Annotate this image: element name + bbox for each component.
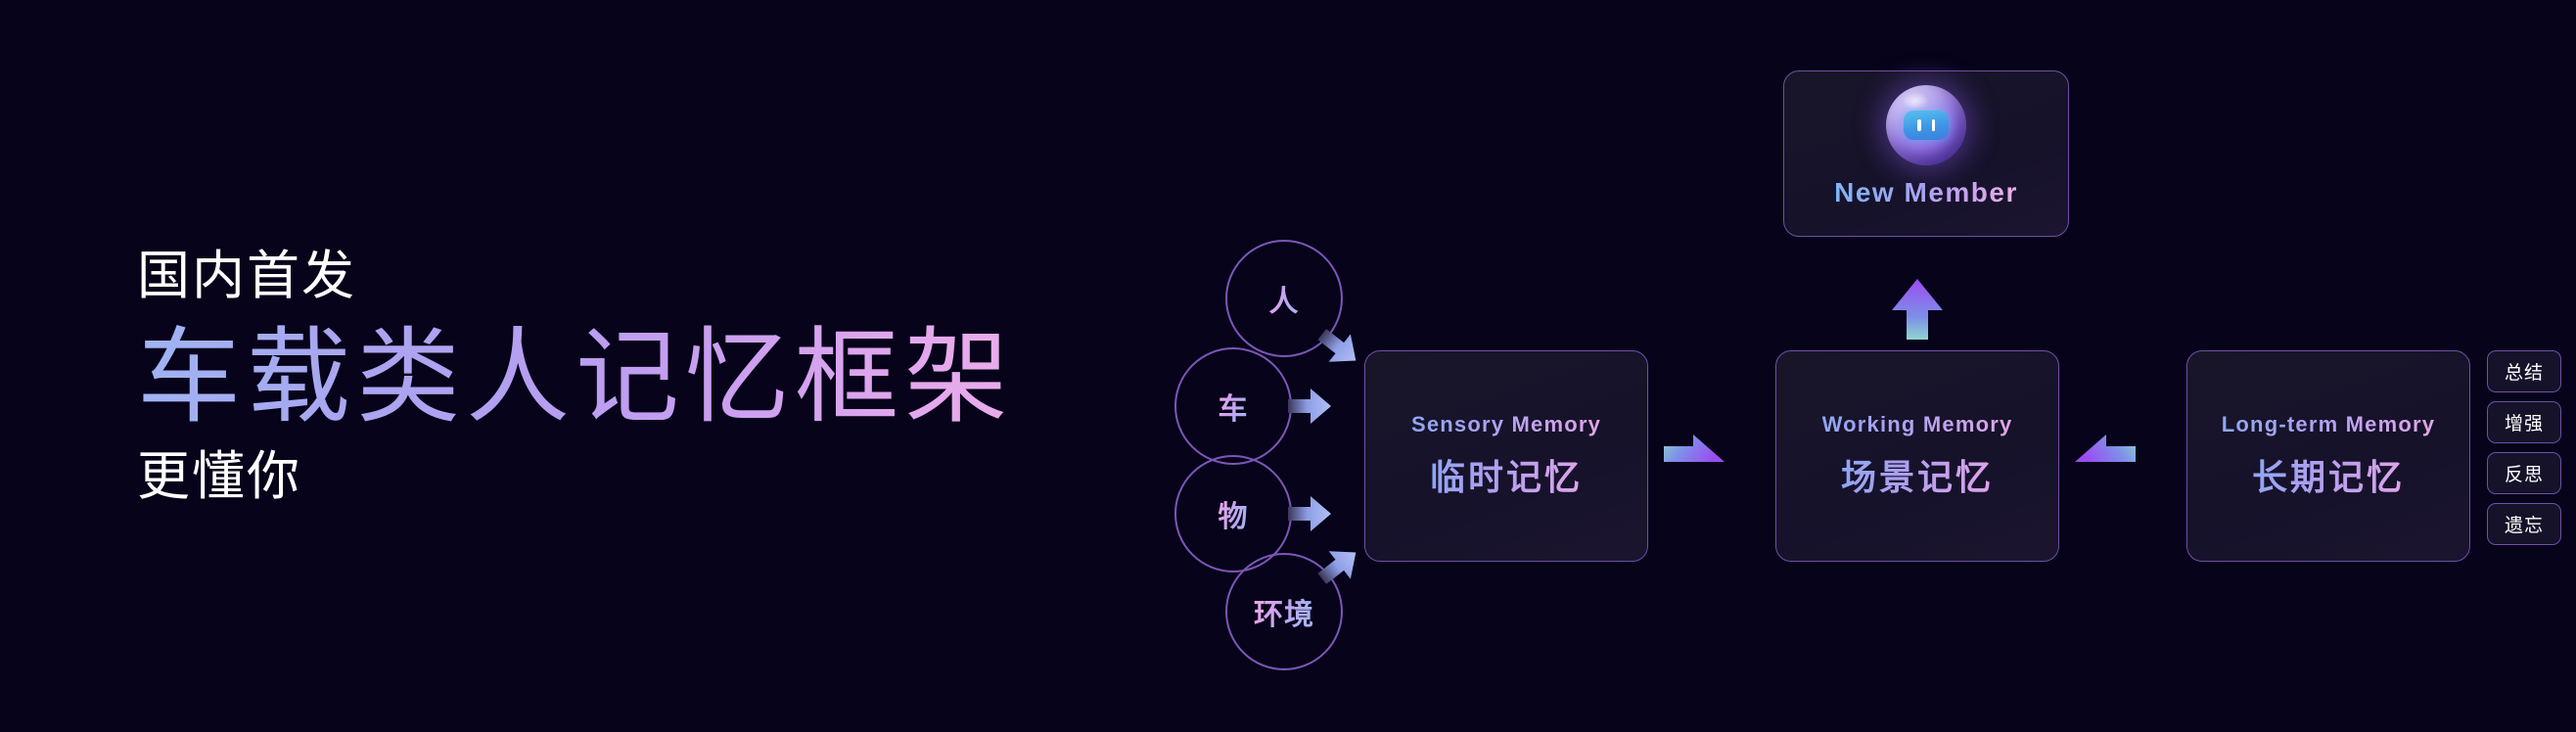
operation-pill-forget[interactable]: 遗忘	[2487, 503, 2561, 545]
memory-card-title-cn: 场景记忆	[1841, 449, 1994, 500]
avatar-face	[1904, 111, 1949, 140]
hero-subtitle: 更懂你	[137, 446, 301, 506]
operation-pill-label: 遗忘	[2504, 516, 2544, 536]
hero-text-block: 国内首发 车载类人记忆框架 更懂你	[137, 250, 1096, 503]
operation-pill-enhance[interactable]: 增强	[2487, 401, 2561, 443]
memory-card-title-en: Long-term Memory	[2221, 412, 2436, 436]
connector-longterm-to-working-icon	[2075, 431, 2136, 472]
memory-card-title-en: Sensory Memory	[1410, 412, 1602, 436]
memory-framework-diagram: 人 车 物 环境 Sensory Memory 临时记忆 Working Mem…	[1126, 0, 2576, 732]
operation-pill-label: 总结	[2504, 363, 2544, 384]
input-node-label: 物	[1219, 492, 1249, 535]
connector-sensory-to-working-icon	[1664, 431, 1725, 472]
memory-operations-list: 总结 增强 反思 遗忘	[2487, 350, 2561, 545]
arrow-right-icon	[1288, 494, 1331, 533]
robot-orb-avatar-icon	[1886, 85, 1966, 165]
operation-pill-label: 反思	[2504, 465, 2544, 485]
operation-pill-reflect[interactable]: 反思	[2487, 452, 2561, 494]
input-node-label: 车	[1219, 385, 1249, 428]
new-member-label: New Member	[1834, 177, 2018, 207]
operation-pill-label: 增强	[2504, 414, 2544, 435]
input-node-vehicle[interactable]: 车	[1174, 347, 1292, 465]
memory-card-title-en: Working Memory	[1821, 412, 2013, 436]
input-node-label: 人	[1269, 277, 1300, 320]
input-node-label: 环境	[1254, 590, 1314, 633]
arrow-right-icon	[1288, 387, 1331, 426]
memory-card-working[interactable]: Working Memory 场景记忆	[1775, 350, 2059, 562]
avatar-eye-right	[1931, 119, 1935, 131]
slide-canvas: 国内首发 车载类人记忆框架 更懂你 人 车 物 环境 Sensory Memor…	[0, 0, 2576, 732]
page-title: 车载类人记忆框架	[137, 320, 1096, 436]
memory-card-title-cn: 长期记忆	[2252, 449, 2405, 500]
new-member-card[interactable]: New Member	[1783, 70, 2069, 237]
operation-pill-summarize[interactable]: 总结	[2487, 350, 2561, 392]
connector-working-to-new-member-icon	[1892, 279, 1943, 340]
memory-card-title-cn: 临时记忆	[1430, 449, 1583, 500]
hero-eyebrow: 国内首发	[137, 247, 356, 305]
memory-card-longterm[interactable]: Long-term Memory 长期记忆	[2186, 350, 2470, 562]
memory-card-sensory[interactable]: Sensory Memory 临时记忆	[1364, 350, 1648, 562]
avatar-eye-left	[1917, 119, 1921, 131]
